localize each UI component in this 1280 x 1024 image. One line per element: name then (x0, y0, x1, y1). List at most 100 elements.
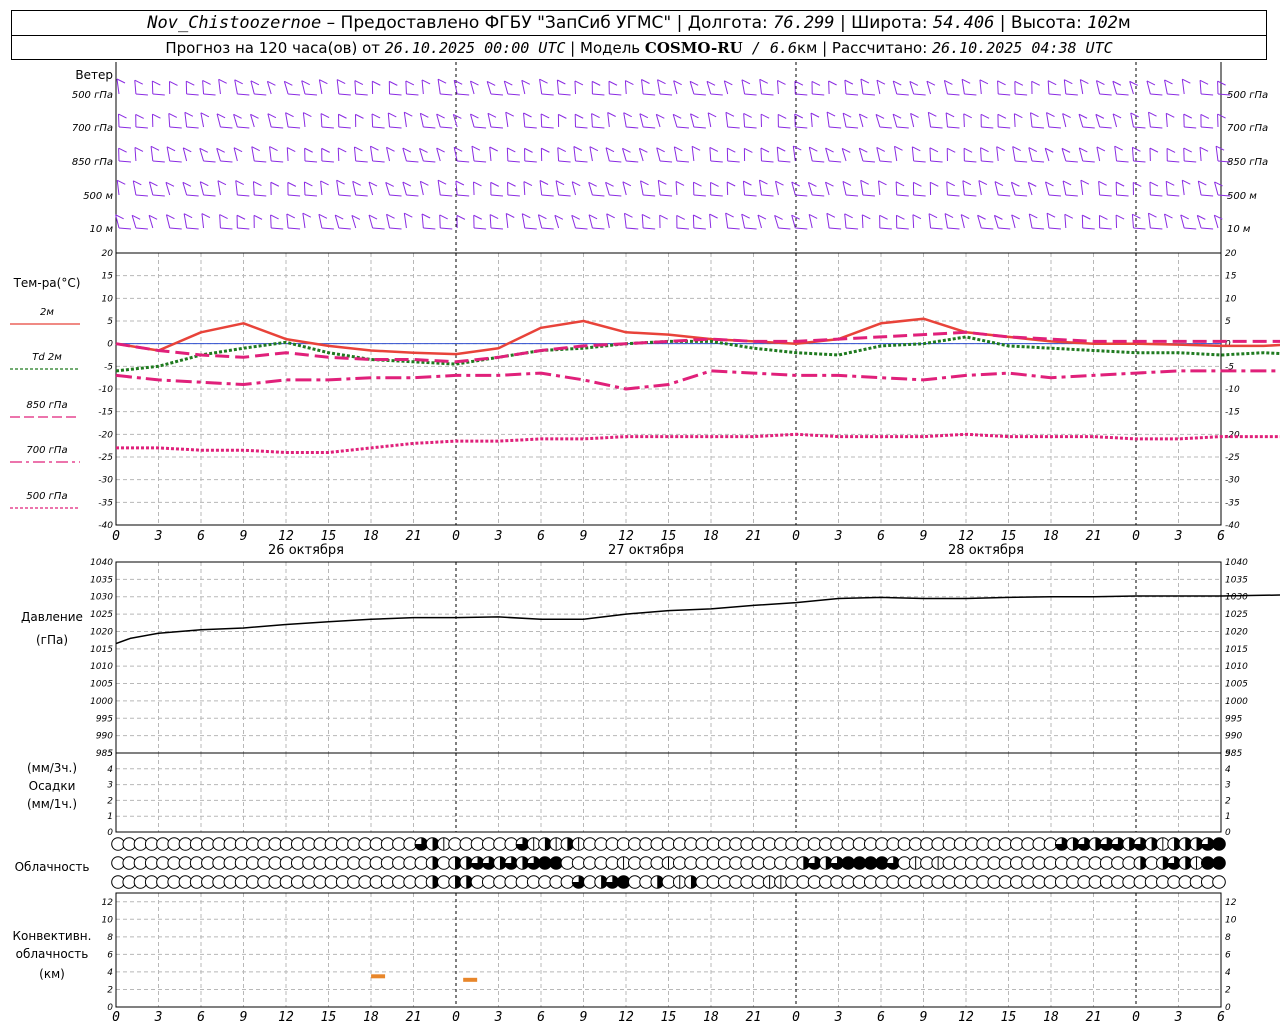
wind-barb-tail (913, 194, 926, 197)
cloud-circle (830, 837, 844, 851)
y-tick-right: 10 (1225, 294, 1237, 304)
cloud-circle (324, 856, 339, 870)
x-tick-label: 9 (240, 1010, 248, 1024)
wind-barb-staff (709, 214, 712, 229)
wind-barb-flag (321, 147, 330, 153)
wind-barb-tail (490, 126, 504, 129)
wind-barb-flag (287, 147, 296, 153)
wind-barb-tail (845, 126, 859, 129)
wind-barb-staff (473, 181, 475, 196)
wind-barb-staff (810, 113, 813, 128)
wind-barb-flag (1098, 180, 1107, 186)
wind-barb-staff (641, 79, 644, 95)
cloud-circle (414, 875, 429, 889)
wind-barb-tail (896, 194, 909, 197)
wind-barb-flag (540, 113, 550, 119)
cloud-circle (661, 837, 676, 851)
wind-barb-tail (321, 160, 334, 163)
wind-barb-tail (118, 227, 132, 230)
wind-barb-flag (862, 214, 871, 220)
wind-barb-staff (808, 147, 813, 162)
wind-barb-flag (471, 145, 481, 151)
cloud-circle (504, 837, 519, 851)
x-tick-label: 0 (1132, 529, 1140, 544)
cloud-circle (841, 837, 856, 851)
cloud-circle (122, 856, 137, 870)
wind-barb-staff (927, 112, 932, 128)
wind-barb-flag (741, 79, 751, 85)
cloud-circle (156, 837, 170, 851)
wind-barb-flag (302, 212, 312, 218)
cloud-circle (1009, 856, 1024, 870)
wind-barb-flag (506, 213, 515, 218)
wind-barb-tail (626, 160, 639, 163)
wind-barb-tail (964, 194, 977, 197)
cloud-circle (583, 837, 597, 851)
wind-barb-flag (1064, 79, 1073, 85)
wind-barb-tail (423, 126, 436, 129)
y-tick-left: 1035 (90, 575, 113, 585)
wind-barb-tail (490, 93, 504, 96)
wind-barb-staff (775, 181, 779, 196)
wind-barb-staff (842, 113, 847, 128)
wind-barb-flag (186, 80, 195, 86)
wind-barb-staff (759, 79, 762, 95)
wind-barb-tail (1184, 227, 1197, 230)
wind-barb-tail (744, 194, 757, 197)
wind-barb-staff (912, 214, 915, 229)
wind-barb-flag (524, 147, 533, 153)
x-tick-label: 15 (1001, 1010, 1017, 1024)
conv-unit: (км) (39, 967, 65, 981)
wind-barb-tail (930, 160, 943, 163)
wind-barb-staff (743, 113, 746, 128)
wind-barb-staff (605, 147, 610, 162)
wind-barb-tail (1150, 227, 1163, 230)
y-tick-right: 2 (1225, 985, 1231, 995)
wind-barb-flag (354, 146, 363, 152)
wind-barb-tail (845, 227, 859, 230)
wind-barb-tail (727, 126, 740, 129)
wind-barb-tail (1133, 126, 1146, 129)
cloud-circle (470, 837, 485, 851)
cloud-circle (627, 856, 642, 870)
cloud-circle (302, 875, 316, 889)
wind-barb-tail (829, 160, 842, 163)
cloud-circle (313, 837, 328, 851)
wind-barb-flag (963, 147, 973, 153)
cloud-circle (201, 856, 215, 870)
wind-barb-tail (1082, 126, 1095, 129)
wind-barb-flag (541, 147, 550, 153)
wind-barb-tail (1099, 126, 1112, 129)
wind-barb-flag (1166, 112, 1175, 118)
wind-barb-staff (591, 113, 593, 128)
cloud-circle (335, 837, 350, 851)
wind-barb-tail (169, 126, 182, 129)
wind-barb-staff (353, 146, 357, 162)
pressure-grid (115, 561, 1222, 754)
wind-barb-flag (1199, 79, 1209, 85)
y-tick-right: 1025 (1225, 610, 1248, 620)
wind-barb-tail (423, 160, 436, 163)
cloud-circle (998, 875, 1013, 889)
cloud-circle (897, 837, 912, 851)
cloud-circle (605, 856, 620, 870)
cloud-circle (762, 837, 777, 851)
cloud-circle (1021, 837, 1035, 851)
legend-label: 850 гПа (26, 400, 67, 411)
wind-barb-tail (304, 160, 318, 163)
wind-barb-staff (776, 147, 779, 162)
wind-barb-tail (1167, 160, 1180, 163)
cloud-circle (279, 837, 294, 851)
y-tick-left: -25 (98, 453, 113, 463)
wind-level-right: 10 м (1227, 224, 1251, 235)
y-tick-right: -10 (1225, 385, 1240, 395)
y-tick-right: 1035 (1225, 575, 1248, 585)
wind-barb-flag (253, 181, 262, 187)
wind-barb-staff (352, 181, 357, 196)
wind-barb-tail (541, 93, 554, 96)
wind-barb-tail (288, 227, 301, 230)
cloud-circle (942, 875, 957, 889)
convective-grid (115, 892, 1222, 1008)
wind-barb-staff (439, 214, 441, 229)
wind-barb-tail (761, 194, 774, 197)
